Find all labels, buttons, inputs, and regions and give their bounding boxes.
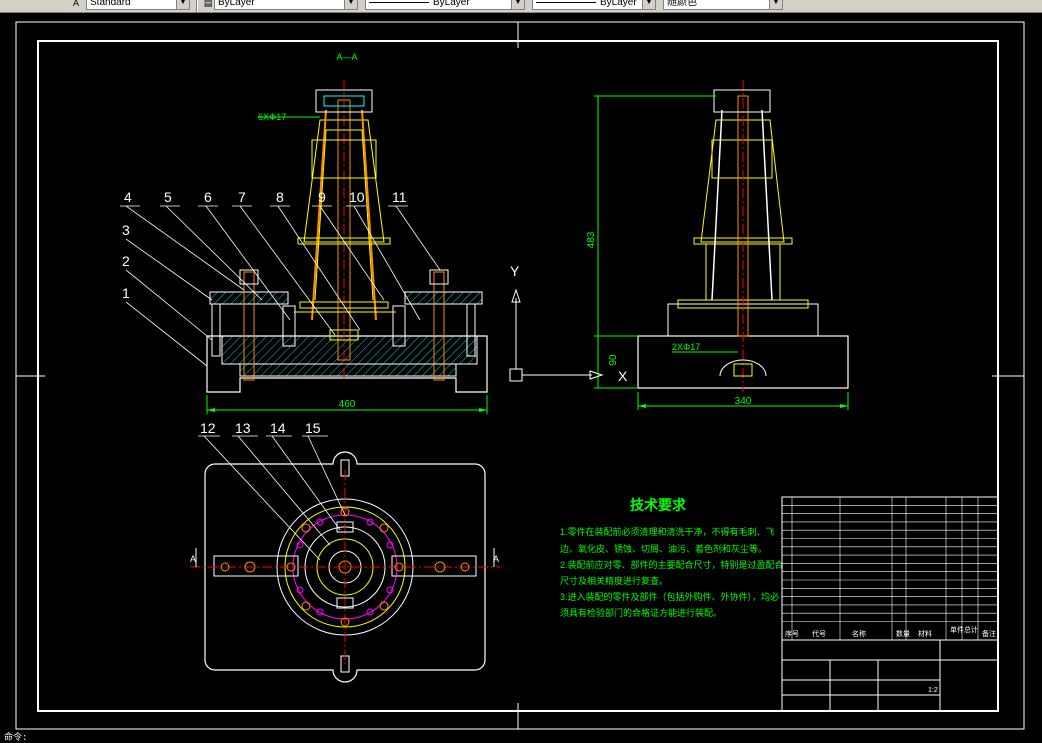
tech-req-line: 3.进入装配的零件及部件（包括外购件、外协件），均必 (560, 591, 779, 602)
part-number: 14 (270, 420, 286, 436)
dim-hole-top: 6XΦ17 (258, 112, 286, 122)
layer-value: ByLayer (218, 0, 255, 8)
lineweight-value: ByLayer (600, 0, 637, 8)
lineweight-dropdown[interactable]: ByLayer ▼ (532, 0, 656, 10)
bom-col-header: 名称 (852, 629, 866, 638)
part-number: 6 (204, 189, 212, 205)
bom-col-header: 材料 (918, 629, 932, 638)
color-dropdown[interactable]: 随颜色 ▼ (663, 0, 783, 10)
chevron-down-icon[interactable]: ▼ (176, 0, 189, 9)
part-number: 11 (392, 189, 407, 205)
axis-y-label: Y (510, 263, 520, 279)
plan-part-numbers: 12 13 14 15 (200, 420, 321, 436)
dim-hole-side: 2XΦ17 (672, 342, 700, 352)
bom-col-header: 单件 (950, 625, 964, 634)
tech-req-line: 2.装配前应对零、部件的主要配合尺寸，特别是过盈配合 (560, 559, 784, 570)
section-marker-left: A (190, 554, 196, 564)
part-number: 9 (318, 189, 326, 205)
dim-width-front: 460 (339, 399, 356, 410)
front-section-view: 460 6XΦ17 (206, 80, 488, 414)
drawing-canvas[interactable]: A—A 460 6XΦ17 4 5 6 7 8 9 10 11 3 2 1 34… (0, 12, 1042, 733)
linetype-dropdown[interactable]: ByLayer ▼ (365, 0, 525, 10)
part-number: 8 (276, 189, 284, 205)
section-label: A—A (336, 52, 357, 62)
chevron-down-icon[interactable]: ▼ (769, 0, 782, 9)
bom-col-header: 总计 (964, 625, 978, 634)
text-style-icon[interactable]: A (70, 0, 82, 10)
part-number: 12 (200, 420, 216, 436)
bom-col-header: 序号 (785, 629, 799, 638)
part-number: 7 (238, 189, 246, 205)
part-number: 4 (124, 189, 132, 205)
part-number: 15 (305, 420, 321, 436)
sheet-center-marks (16, 22, 1024, 729)
tech-requirements: 技术要求 1.零件在装配前必须清理和清洗干净，不得有毛刺、飞 边、氧化皮、锈蚀、… (560, 497, 784, 618)
part-number: 13 (235, 420, 251, 436)
bom-col-header: 数量 (896, 629, 910, 638)
color-value: 随颜色 (667, 0, 697, 8)
plan-part-leaders (198, 435, 346, 561)
sheet-inner-border (37, 40, 999, 712)
tech-req-line: 1.零件在装配前必须清理和清洗干净，不得有毛刺、飞 (560, 526, 775, 537)
chevron-down-icon[interactable]: ▼ (642, 0, 655, 9)
layer-dropdown[interactable]: ByLayer ▼ (214, 0, 358, 10)
text-style-dropdown[interactable]: Standard ▼ (86, 0, 190, 10)
tech-req-line: 尺寸及相关精度进行复查。 (560, 575, 668, 586)
linetype-value: ByLayer (433, 0, 470, 8)
dim-width-side: 340 (735, 396, 752, 407)
tech-req-line: 边、氧化皮、锈蚀、切屑、油污、着色剂和灰尘等。 (560, 543, 767, 554)
title-block: 序号 代号 名称 数量 材料 单件 总计 备注 1:2 (781, 496, 999, 712)
sheet-outer-border (15, 21, 1025, 730)
part-number: 2 (122, 253, 130, 269)
command-line[interactable]: 命令: (0, 733, 1042, 743)
command-prompt: 命令: (4, 733, 28, 743)
dim-height-side: 483 (586, 231, 597, 248)
text-style-value: Standard (90, 0, 131, 8)
plan-view: A A (190, 451, 500, 683)
layer-icon[interactable]: ▤ (202, 0, 214, 10)
dim-base-side: 90 (608, 354, 619, 366)
part-number: 10 (349, 189, 365, 205)
tech-req-line: 须具有检验部门的合格证方能进行装配。 (560, 607, 722, 618)
axis-x-label: X (618, 368, 628, 384)
scale-value: 1:2 (928, 687, 938, 694)
part-number: 3 (122, 222, 130, 238)
chevron-down-icon[interactable]: ▼ (511, 0, 524, 9)
lineweight-preview (536, 1, 596, 3)
linetype-preview (369, 1, 429, 3)
section-marker-right: A (493, 554, 499, 564)
chevron-down-icon[interactable]: ▼ (344, 0, 357, 9)
toolbar-separator (196, 0, 198, 12)
tech-req-title: 技术要求 (630, 497, 687, 513)
bom-col-header: 代号 (812, 629, 826, 638)
bom-col-header: 备注 (982, 629, 996, 638)
part-number: 5 (164, 189, 172, 205)
part-number: 1 (122, 285, 130, 301)
side-view: 340 483 90 2XΦ17 (586, 80, 849, 410)
